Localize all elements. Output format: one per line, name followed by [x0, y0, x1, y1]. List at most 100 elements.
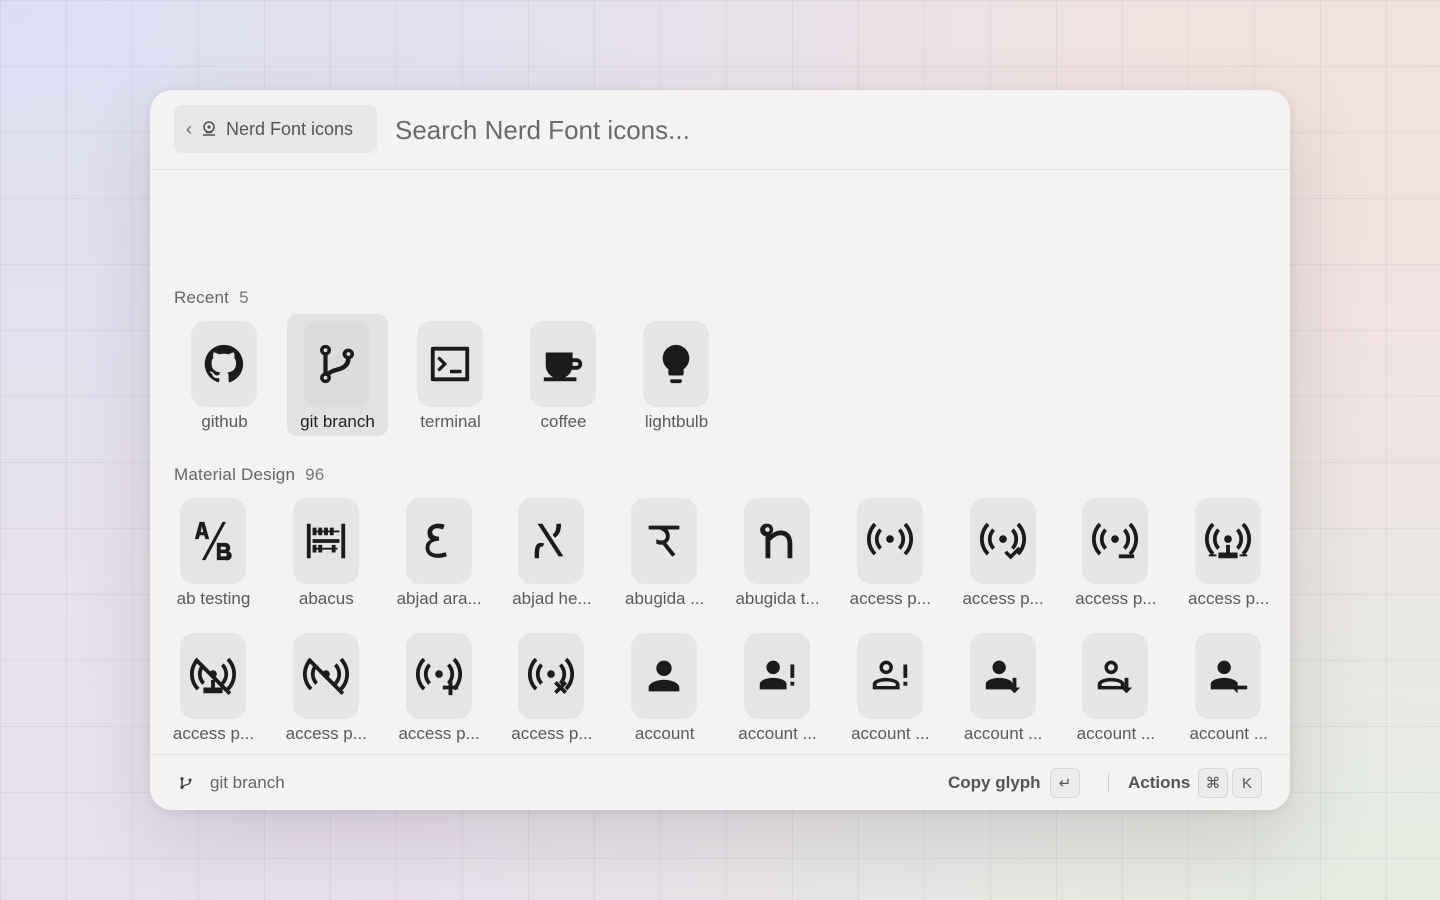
icon-cell[interactable]: access p...	[276, 626, 377, 748]
icon-cell[interactable]: account ...	[1065, 626, 1166, 748]
icon-label: abjad he...	[512, 589, 592, 608]
icon-tile	[1195, 498, 1262, 584]
icon-cell[interactable]: account ...	[953, 626, 1054, 748]
divider	[1108, 773, 1109, 793]
section-name: Recent	[174, 288, 230, 307]
icon-cell[interactable]: abacus	[276, 491, 377, 613]
icon-cell[interactable]: lightbulb	[626, 314, 727, 436]
icon-tile	[292, 498, 359, 584]
icon-label: account	[634, 724, 695, 743]
icon-tile	[292, 633, 359, 719]
icon-tile	[1082, 633, 1149, 719]
icon-label: account ...	[1076, 724, 1156, 743]
icon-cell[interactable]: access p...	[389, 626, 490, 748]
icon-cell[interactable]: account ...	[727, 626, 828, 748]
icon-cell[interactable]: terminal	[400, 314, 501, 436]
section-title-recent: Recent 5	[174, 288, 249, 308]
git-branch-icon	[180, 777, 192, 789]
icon-label: access p...	[849, 589, 931, 608]
icon-cell[interactable]: access p...	[840, 491, 941, 613]
icon-cell[interactable]: ab testing	[163, 491, 264, 613]
icon-tile	[405, 633, 472, 719]
icon-label: access p...	[1188, 589, 1270, 608]
icon-cell[interactable]: abugida ...	[614, 491, 715, 613]
icon-cell[interactable]: abugida t...	[727, 491, 828, 613]
icon-label: abugida t...	[735, 589, 820, 608]
icon-tile	[969, 633, 1036, 719]
icon-label: github	[201, 412, 248, 431]
icon-cell[interactable]: access p...	[163, 626, 264, 748]
access-point-plus-icon	[415, 657, 462, 696]
icon-cell[interactable]: access p...	[501, 626, 602, 748]
icon-tile	[744, 498, 810, 584]
back-button[interactable]: ‹ Nerd Font icons	[174, 105, 377, 153]
icon-cell[interactable]: account ...	[1178, 626, 1279, 748]
action-bar: git branch Copy glyph ↵ Actions ⌘ K	[150, 754, 1290, 810]
icon-label: abugida ...	[624, 589, 705, 608]
icon-label: abacus	[298, 589, 354, 608]
icon-cell[interactable]: abjad ara...	[389, 491, 490, 613]
abjad-hebrew-icon	[535, 523, 564, 559]
command-key-hint: ⌘	[1198, 768, 1228, 798]
icon-tile	[530, 321, 596, 407]
icon-cell[interactable]: coffee	[513, 314, 614, 436]
selected-icon-name: git branch	[210, 773, 285, 792]
icon-tile	[191, 321, 257, 407]
icon-label: access p...	[285, 724, 367, 743]
icon-label: access p...	[962, 589, 1044, 608]
icon-tile	[1082, 498, 1149, 584]
icon-label: access p...	[1075, 589, 1157, 608]
account-alert-icon	[759, 660, 795, 690]
icon-tile	[1195, 633, 1262, 719]
icon-label: account ...	[738, 724, 817, 743]
abugida-devanagari-icon	[648, 525, 680, 557]
icon-label: git branch	[300, 412, 375, 431]
github-icon	[204, 344, 244, 383]
icon-cell[interactable]: github	[174, 314, 275, 436]
actions-button[interactable]: Actions	[1128, 773, 1190, 793]
k-key-hint: K	[1232, 768, 1262, 798]
account-arrow-down-icon	[985, 660, 1020, 694]
access-point-icon	[866, 522, 913, 556]
icon-label: access p...	[511, 724, 593, 743]
access-point-network-icon	[1205, 522, 1252, 559]
icon-tile	[518, 633, 585, 719]
section-count: 96	[305, 465, 325, 484]
icon-cell[interactable]: git branch	[287, 314, 388, 436]
back-label: Nerd Font icons	[226, 118, 354, 139]
icon-cell[interactable]: access p...	[953, 491, 1054, 613]
icon-tile	[631, 498, 698, 584]
icon-label: account ...	[851, 724, 930, 743]
access-point-remove-icon	[528, 657, 575, 695]
icon-label: terminal	[420, 412, 481, 431]
account-icon	[648, 660, 680, 692]
icon-tile	[643, 321, 709, 407]
access-point-check-icon	[979, 522, 1026, 560]
icon-tile	[631, 633, 698, 719]
icon-tile	[304, 321, 370, 407]
lightbulb-icon	[662, 344, 690, 384]
terminal-icon	[430, 346, 470, 382]
icon-cell[interactable]: access p...	[1065, 491, 1166, 613]
nerd-font-icon	[203, 121, 215, 136]
coffee-icon	[543, 352, 583, 382]
abugida-thai-icon	[760, 523, 793, 559]
access-point-network-off-icon	[190, 657, 236, 695]
ab-testing-icon	[194, 521, 232, 561]
icon-label: account ...	[1189, 724, 1268, 743]
section-count: 5	[239, 288, 249, 307]
section-title-material-design: Material Design 96	[174, 465, 324, 485]
icon-cell[interactable]: account ...	[840, 626, 941, 748]
search-input[interactable]	[395, 110, 1255, 150]
access-point-minus-icon	[1092, 522, 1139, 559]
icon-tile	[744, 633, 810, 719]
copy-glyph-button[interactable]: Copy glyph	[948, 773, 1041, 793]
icon-cell[interactable]: account	[614, 626, 715, 748]
icon-cell[interactable]: access p...	[1178, 491, 1279, 613]
section-name: Material Design	[174, 465, 296, 484]
abjad-arabic-icon	[425, 523, 447, 558]
icon-tile	[417, 321, 483, 407]
icon-label: lightbulb	[644, 412, 709, 431]
chevron-left-icon: ‹	[186, 118, 192, 139]
icon-cell[interactable]: abjad he...	[501, 491, 602, 613]
